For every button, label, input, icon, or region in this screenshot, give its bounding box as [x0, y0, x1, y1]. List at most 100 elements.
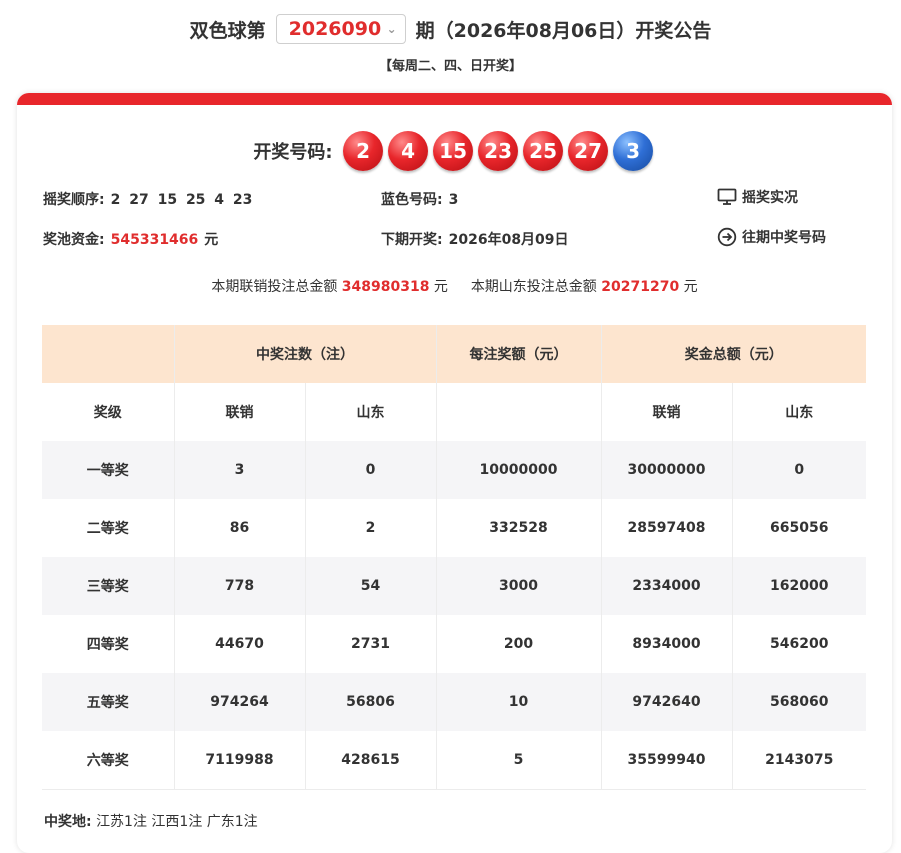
issue-select[interactable]: 2026090 ⌄ [275, 14, 406, 44]
count-sd: 428615 [305, 731, 437, 790]
sales-summary: 本期联销投注总金额 348980318 元 本期山东投注总金额 20271270… [17, 276, 892, 296]
total-union: 28597408 [601, 499, 733, 557]
table-row: 六等奖 7119988 428615 5 35599940 2143075 [42, 731, 866, 790]
table-header-blank [42, 325, 175, 383]
table-subheader-row: 奖级 联销 山东 联销 山东 [42, 383, 866, 441]
prize-pool-value: 545331466 [110, 232, 199, 248]
page-title: 双色球第 2026090 ⌄ 期（2026年08月06日）开奖公告 [0, 12, 901, 46]
table-header-per: 每注奖额（元） [436, 325, 602, 383]
union-sales-unit: 元 [433, 279, 448, 295]
winning-numbers: 开奖号码: 2 4 15 23 25 27 3 [17, 129, 892, 173]
blue-number-label: 蓝色号码: [381, 192, 443, 208]
red-ball: 4 [388, 131, 429, 171]
winner-locations: 中奖地: 江苏1注 江西1注 广东1注 [44, 811, 258, 831]
blue-number-value: 3 [448, 192, 459, 208]
union-sales-value: 348980318 [341, 279, 430, 295]
draw-order: 摇奖顺序: 2 27 15 25 4 23 [43, 189, 252, 209]
total-union: 30000000 [601, 441, 733, 499]
table-row: 四等奖 44670 2731 200 8934000 546200 [42, 615, 866, 673]
prize-pool-label: 奖池资金: [43, 232, 105, 248]
winner-locations-label: 中奖地: [44, 814, 92, 830]
prize-level: 一等奖 [42, 441, 175, 499]
table-row: 五等奖 974264 56806 10 9742640 568060 [42, 673, 866, 731]
total-sd: 546200 [732, 615, 866, 673]
per-prize: 200 [436, 615, 602, 673]
sd-sales-value: 20271270 [601, 279, 680, 295]
draw-order-label: 摇奖顺序: [43, 192, 105, 208]
prize-level: 五等奖 [42, 673, 175, 731]
total-union: 9742640 [601, 673, 733, 731]
table-row: 一等奖 3 0 10000000 30000000 0 [42, 441, 866, 499]
card-top-bar [17, 93, 892, 105]
table-subheader-cell: 联销 [174, 383, 306, 441]
title-suffix: 期（2026年08月06日）开奖公告 [415, 19, 712, 42]
count-sd: 0 [305, 441, 437, 499]
count-sd: 2 [305, 499, 437, 557]
red-ball: 2 [343, 131, 384, 171]
table-row: 二等奖 86 2 332528 28597408 665056 [42, 499, 866, 557]
per-prize: 5 [436, 731, 602, 790]
total-union: 2334000 [601, 557, 733, 615]
total-sd: 162000 [732, 557, 866, 615]
table-header-row: 中奖注数（注） 每注奖额（元） 奖金总额（元） [42, 325, 866, 383]
total-union: 35599940 [601, 731, 733, 790]
count-union: 974264 [174, 673, 306, 731]
total-sd: 568060 [732, 673, 866, 731]
winning-numbers-label: 开奖号码: [253, 142, 333, 163]
count-union: 86 [174, 499, 306, 557]
prize-level: 六等奖 [42, 731, 175, 790]
next-draw-label: 下期开奖: [381, 232, 443, 248]
prize-pool-unit: 元 [204, 232, 219, 248]
prize-level: 二等奖 [42, 499, 175, 557]
next-draw: 下期开奖: 2026年08月09日 [381, 229, 569, 249]
next-draw-value: 2026年08月09日 [448, 232, 569, 248]
title-prefix: 双色球第 [189, 19, 266, 42]
issue-select-value: 2026090 [288, 18, 382, 40]
live-draw-label: 摇奖实况 [742, 190, 798, 206]
count-sd: 2731 [305, 615, 437, 673]
count-union: 7119988 [174, 731, 306, 790]
result-card: 开奖号码: 2 4 15 23 25 27 3 摇奖顺序: 2 27 15 25 … [17, 93, 892, 853]
table-subheader-cell: 联销 [601, 383, 733, 441]
history-link-label: 往期中奖号码 [742, 230, 826, 246]
live-draw-link[interactable]: 摇奖实况 [717, 187, 798, 207]
prize-pool: 奖池资金: 545331466 元 [43, 229, 218, 249]
table-subheader-cell: 奖级 [42, 383, 175, 441]
total-sd: 665056 [732, 499, 866, 557]
per-prize: 332528 [436, 499, 602, 557]
count-sd: 56806 [305, 673, 437, 731]
sd-sales-unit: 元 [683, 279, 698, 295]
prize-level: 四等奖 [42, 615, 175, 673]
table-header-total: 奖金总额（元） [601, 325, 866, 383]
count-sd: 54 [305, 557, 437, 615]
monitor-icon [717, 188, 737, 205]
total-union: 8934000 [601, 615, 733, 673]
table-subheader-cell [436, 383, 602, 441]
red-ball: 23 [478, 131, 519, 171]
per-prize: 3000 [436, 557, 602, 615]
arrow-circle-right-icon [717, 227, 737, 247]
table-header-count: 中奖注数（注） [174, 325, 437, 383]
blue-number: 蓝色号码: 3 [381, 189, 458, 209]
table-subheader-cell: 山东 [305, 383, 437, 441]
total-sd: 2143075 [732, 731, 866, 790]
chevron-down-icon: ⌄ [386, 22, 397, 36]
draw-order-value: 2 27 15 25 4 23 [110, 192, 253, 208]
draw-schedule: 【每周二、四、日开奖】 [378, 59, 522, 74]
count-union: 3 [174, 441, 306, 499]
red-ball: 25 [523, 131, 564, 171]
red-ball: 15 [433, 131, 474, 171]
union-sales-label: 本期联销投注总金额 [211, 279, 338, 295]
prize-table: 中奖注数（注） 每注奖额（元） 奖金总额（元） 奖级 联销 山东 联销 山东 一… [42, 325, 866, 790]
count-union: 778 [174, 557, 306, 615]
per-prize: 10000000 [436, 441, 602, 499]
table-subheader-cell: 山东 [732, 383, 866, 441]
history-link[interactable]: 往期中奖号码 [717, 227, 826, 247]
red-ball: 27 [568, 131, 609, 171]
blue-ball: 3 [613, 131, 654, 171]
per-prize: 10 [436, 673, 602, 731]
sd-sales-label: 本期山东投注总金额 [470, 279, 597, 295]
count-union: 44670 [174, 615, 306, 673]
winner-locations-value: 江苏1注 江西1注 广东1注 [96, 814, 258, 830]
total-sd: 0 [732, 441, 866, 499]
